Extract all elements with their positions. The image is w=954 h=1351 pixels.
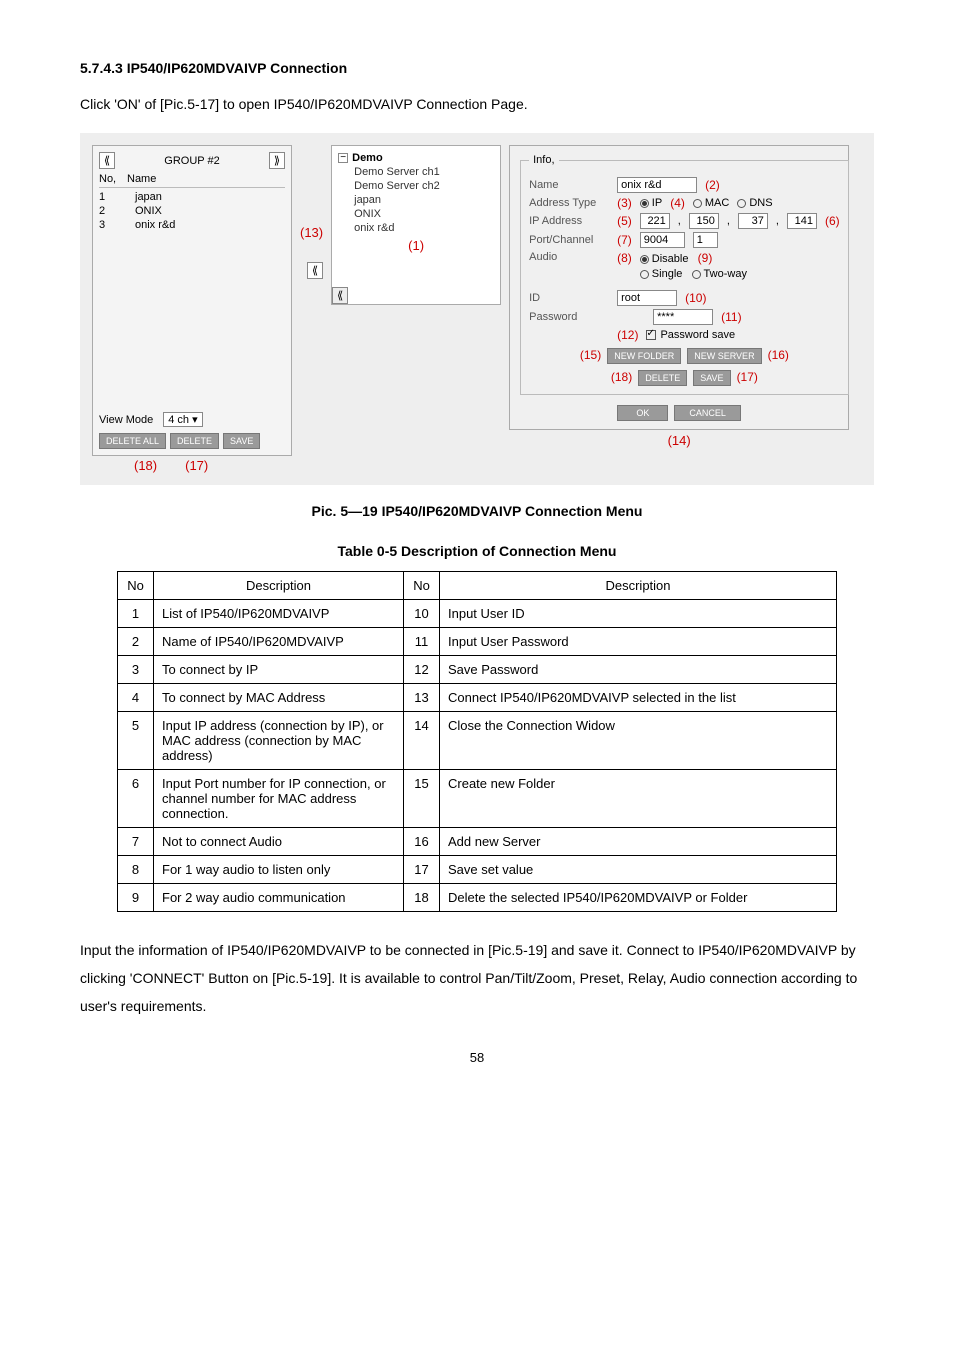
annot-4: (4) bbox=[670, 196, 685, 210]
viewmode-select[interactable]: 4 ch ▾ bbox=[163, 412, 202, 427]
table-title: Table 0-5 Description of Connection Menu bbox=[80, 543, 874, 559]
info-legend: Info, bbox=[529, 154, 558, 166]
annot-13: (13) bbox=[300, 225, 323, 240]
table-row: 9For 2 way audio communication18Delete t… bbox=[118, 884, 837, 912]
id-input[interactable] bbox=[617, 290, 677, 306]
pw-input[interactable] bbox=[653, 309, 713, 325]
list-item[interactable]: 2ONIX bbox=[99, 204, 285, 218]
audio-label: Audio bbox=[529, 251, 609, 263]
page-number: 58 bbox=[80, 1050, 874, 1065]
viewmode-label: View Mode bbox=[99, 414, 153, 426]
th-no: No bbox=[118, 572, 154, 600]
table-row: 1List of IP540/IP620MDVAIVP10Input User … bbox=[118, 600, 837, 628]
section-heading: 5.7.4.3 IP540/IP620MDVAIVP Connection bbox=[80, 60, 874, 76]
ip-oct4[interactable] bbox=[787, 213, 817, 229]
save-button-right[interactable]: SAVE bbox=[693, 370, 730, 386]
info-panel: Info, Name (2) Address Type (3) IP (4) M… bbox=[509, 145, 849, 430]
ip-oct3[interactable] bbox=[738, 213, 768, 229]
annot-18-right: (18) bbox=[611, 370, 632, 386]
next-group-button[interactable]: ⟫ bbox=[269, 152, 285, 169]
radio-audio-disable[interactable]: Disable bbox=[640, 253, 689, 265]
annot-5: (5) bbox=[617, 214, 632, 228]
tree-item[interactable]: Demo Server ch1 bbox=[354, 164, 494, 178]
figure-caption: Pic. 5—19 IP540/IP620MDVAIVP Connection … bbox=[80, 503, 874, 519]
col-no: No, bbox=[99, 173, 117, 185]
annot-7: (7) bbox=[617, 233, 632, 247]
collapse-icon[interactable]: − bbox=[338, 153, 348, 163]
annot-6: (6) bbox=[825, 214, 840, 228]
radio-audio-two[interactable]: Two-way bbox=[692, 268, 747, 280]
name-label: Name bbox=[529, 179, 609, 191]
annot-12: (12) bbox=[617, 328, 638, 342]
annot-10: (10) bbox=[685, 291, 706, 305]
annot-3: (3) bbox=[617, 196, 632, 210]
cancel-button[interactable]: CANCEL bbox=[674, 405, 741, 421]
tree-root-label[interactable]: Demo bbox=[352, 152, 383, 164]
collapse-left-button[interactable]: ⟪ bbox=[307, 262, 323, 279]
id-label: ID bbox=[529, 292, 609, 304]
radio-dns[interactable]: DNS bbox=[737, 197, 772, 209]
annot-16: (16) bbox=[768, 348, 789, 364]
th-desc2: Description bbox=[440, 572, 837, 600]
annot-14: (14) bbox=[668, 433, 691, 448]
list-item[interactable]: 1japan bbox=[99, 190, 285, 204]
ip-oct1[interactable] bbox=[640, 213, 670, 229]
annot-2: (2) bbox=[705, 178, 720, 192]
tree-item[interactable]: onix r&d bbox=[354, 220, 494, 234]
channel-input[interactable] bbox=[693, 232, 718, 248]
annot-1: (1) bbox=[408, 238, 424, 253]
intro-text: Click 'ON' of [Pic.5-17] to open IP540/I… bbox=[80, 94, 874, 115]
radio-audio-single[interactable]: Single bbox=[640, 268, 683, 280]
table-row: 3To connect by IP12Save Password bbox=[118, 656, 837, 684]
delete-all-button[interactable]: DELETE ALL bbox=[99, 433, 166, 449]
delete-button-right[interactable]: DELETE bbox=[638, 370, 687, 386]
radio-mac[interactable]: MAC bbox=[693, 197, 729, 209]
ok-button[interactable]: OK bbox=[617, 405, 668, 421]
annot-11: (11) bbox=[721, 310, 741, 324]
table-row: 5Input IP address (connection by IP), or… bbox=[118, 712, 837, 770]
radio-ip[interactable]: IP bbox=[640, 197, 662, 209]
table-row: 8For 1 way audio to listen only17Save se… bbox=[118, 856, 837, 884]
table-row: 4To connect by MAC Address13Connect IP54… bbox=[118, 684, 837, 712]
tree-item[interactable]: japan bbox=[354, 192, 494, 206]
annot-18-left: (18) bbox=[134, 458, 157, 473]
screenshot-container: ⟪ GROUP #2 ⟫ No, Name 1japan 2ONIX 3onix… bbox=[80, 133, 874, 485]
th-no2: No bbox=[404, 572, 440, 600]
th-desc1: Description bbox=[154, 572, 404, 600]
left-panel: ⟪ GROUP #2 ⟫ No, Name 1japan 2ONIX 3onix… bbox=[92, 145, 292, 456]
annot-17-left: (17) bbox=[185, 458, 208, 473]
new-server-button[interactable]: NEW SERVER bbox=[687, 348, 761, 364]
prev-group-button[interactable]: ⟪ bbox=[99, 152, 115, 169]
group-label: GROUP #2 bbox=[164, 155, 219, 167]
save-button[interactable]: SAVE bbox=[223, 433, 260, 449]
annot-9: (9) bbox=[698, 251, 713, 265]
tree-panel: − Demo Demo Server ch1 Demo Server ch2 j… bbox=[331, 145, 501, 305]
port-label: Port/Channel bbox=[529, 234, 609, 246]
delete-button[interactable]: DELETE bbox=[170, 433, 219, 449]
tree-item[interactable]: Demo Server ch2 bbox=[354, 178, 494, 192]
annot-17-right: (17) bbox=[737, 370, 758, 386]
addrtype-label: Address Type bbox=[529, 197, 609, 209]
list-item[interactable]: 3onix r&d bbox=[99, 218, 285, 232]
new-folder-button[interactable]: NEW FOLDER bbox=[607, 348, 681, 364]
tree-item[interactable]: ONIX bbox=[354, 206, 494, 220]
pw-save-checkbox[interactable]: Password save bbox=[646, 329, 735, 341]
description-table: No Description No Description 1List of I… bbox=[117, 571, 837, 912]
pw-label: Password bbox=[529, 311, 609, 323]
annot-8: (8) bbox=[617, 251, 632, 265]
col-name: Name bbox=[127, 173, 156, 185]
name-input[interactable] bbox=[617, 177, 697, 193]
footer-paragraph: Input the information of IP540/IP620MDVA… bbox=[80, 936, 874, 1020]
ip-oct2[interactable] bbox=[689, 213, 719, 229]
table-row: 7Not to connect Audio16Add new Server bbox=[118, 828, 837, 856]
annot-15: (15) bbox=[580, 348, 601, 364]
table-row: 2Name of IP540/IP620MDVAIVP11Input User … bbox=[118, 628, 837, 656]
port-input[interactable] bbox=[640, 232, 685, 248]
ip-label: IP Address bbox=[529, 215, 609, 227]
collapse-mid-button[interactable]: ⟪ bbox=[332, 287, 348, 304]
table-row: 6Input Port number for IP connection, or… bbox=[118, 770, 837, 828]
